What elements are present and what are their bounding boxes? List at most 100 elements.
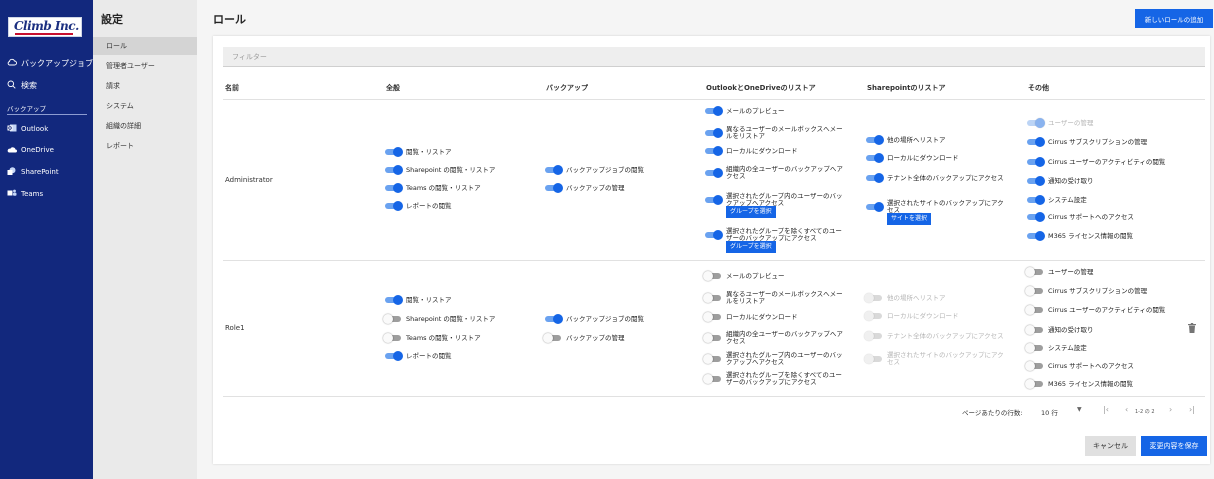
permission-toggle[interactable] (543, 333, 563, 343)
permission-outlook: 選択されたグループ内のユーザーのバックアップへアクセス (703, 193, 848, 207)
permission-toggle[interactable] (703, 146, 723, 156)
permission-general: Teams の閲覧・リストア (383, 333, 533, 343)
sidebar-item-teams[interactable]: Teams (7, 188, 43, 200)
permission-toggle[interactable] (1025, 231, 1045, 241)
permission-other: Cirrus ユーザーのアクティビティの閲覧 (1025, 305, 1170, 315)
permission-general: 閲覧・リストア (383, 295, 533, 305)
permission-toggle[interactable] (1025, 212, 1045, 222)
permission-toggle[interactable] (1025, 343, 1045, 353)
prev-page-icon[interactable]: ‹ (1125, 405, 1128, 414)
permission-label: 選択されたグループ内のユーザーのバックアップへアクセス (726, 192, 843, 207)
permission-toggle[interactable] (703, 168, 723, 178)
permission-toggle[interactable] (383, 351, 403, 361)
permission-outlook: 選択されたグループを除くすべてのユーザーのバックアップにアクセス (703, 372, 848, 386)
permission-toggle[interactable] (1025, 305, 1045, 315)
subnav-item-admin-users[interactable]: 管理者ユーザー (93, 57, 197, 75)
sidebar-item-onedrive[interactable]: OneDrive (7, 144, 54, 156)
select-site-button[interactable]: サイトを選択 (887, 213, 932, 225)
permission-toggle[interactable] (703, 195, 723, 205)
permission-toggle[interactable] (543, 183, 563, 193)
permission-label: システム設定 (1048, 343, 1087, 352)
permission-toggle[interactable] (1025, 286, 1045, 296)
column-header-sharepoint-restore: Sharepointのリストア (867, 84, 946, 92)
delete-role-icon[interactable] (1188, 323, 1196, 333)
permission-other: 通知の受け取り (1025, 325, 1170, 335)
subnav-item-reports[interactable]: レポート (93, 137, 197, 155)
permission-toggle[interactable] (543, 314, 563, 324)
permission-toggle[interactable] (864, 202, 884, 212)
permission-toggle[interactable] (703, 374, 723, 384)
permission-toggle[interactable] (383, 147, 403, 157)
caret-down-icon[interactable]: ▼ (1077, 406, 1082, 413)
next-page-icon[interactable]: › (1169, 405, 1172, 414)
permission-other: ユーザーの管理 (1025, 118, 1170, 128)
last-page-icon[interactable]: ›| (1189, 405, 1195, 414)
toggle-knob (874, 135, 884, 145)
permission-toggle[interactable] (703, 293, 723, 303)
permission-label: M365 ライセンス情報の閲覧 (1048, 379, 1133, 388)
select-group-button[interactable]: グループを選択 (726, 241, 776, 253)
permission-label: Teams の閲覧・リストア (406, 183, 481, 192)
permission-label: Cirrus サポートへのアクセス (1048, 361, 1134, 370)
toggle-knob (703, 271, 713, 281)
permission-toggle[interactable] (703, 333, 723, 343)
permission-label: ユーザーの管理 (1048, 118, 1094, 127)
permission-toggle[interactable] (1025, 176, 1045, 186)
permission-toggle[interactable] (383, 201, 403, 211)
permission-toggle[interactable] (864, 153, 884, 163)
permission-outlook: メールのプレビュー (703, 271, 848, 281)
permission-toggle[interactable] (703, 128, 723, 138)
permission-toggle[interactable] (864, 135, 884, 145)
permission-label: 選択されたサイトのバックアップにアクセス (887, 199, 1004, 214)
select-group-button[interactable]: グループを選択 (726, 206, 776, 218)
sidebar-item-sharepoint[interactable]: SharePoint (7, 166, 59, 178)
permission-toggle[interactable] (1025, 325, 1045, 335)
sidebar-item-outlook[interactable]: Outlook (7, 123, 48, 135)
sidebar-item-backup-jobs[interactable]: バックアップジョブ (7, 57, 93, 69)
roles-table-card: 名前 全般 バックアップ OutlookとOneDriveのリストア Share… (213, 36, 1210, 464)
permission-label: Cirrus サブスクリプションの管理 (1048, 137, 1148, 146)
permission-toggle[interactable] (864, 173, 884, 183)
toggle-knob (1035, 137, 1045, 147)
permission-toggle[interactable] (1025, 195, 1045, 205)
permission-toggle[interactable] (703, 271, 723, 281)
add-role-button[interactable]: 新しいロールの追加 (1135, 9, 1213, 28)
permission-general: 閲覧・リストア (383, 147, 533, 157)
permission-label: Cirrus サポートへのアクセス (1048, 212, 1134, 221)
permission-toggle[interactable] (1025, 157, 1045, 167)
save-button[interactable]: 変更内容を保存 (1141, 436, 1207, 456)
climb-logo[interactable]: Climb Inc. (8, 17, 82, 37)
permission-outlook: 異なるユーザーのメールボックスへメールをリストア (703, 291, 848, 305)
subnav-item-system[interactable]: システム (93, 97, 197, 115)
permission-toggle[interactable] (383, 183, 403, 193)
permission-toggle[interactable] (383, 295, 403, 305)
permission-toggle[interactable] (543, 165, 563, 175)
permission-toggle[interactable] (383, 165, 403, 175)
rows-per-page-label: ページあたりの行数: (962, 409, 1023, 417)
permission-toggle[interactable] (703, 106, 723, 116)
subnav-item-roles[interactable]: ロール (93, 37, 197, 55)
first-page-icon[interactable]: |‹ (1103, 405, 1109, 414)
permission-toggle[interactable] (1025, 267, 1045, 277)
permission-toggle[interactable] (703, 354, 723, 364)
permission-label: ローカルにダウンロード (726, 312, 798, 321)
permission-toggle[interactable] (383, 314, 403, 324)
subnav-item-billing[interactable]: 請求 (93, 77, 197, 95)
sidebar-item-label: Outlook (21, 125, 49, 133)
permission-label: Cirrus ユーザーのアクティビティの閲覧 (1048, 305, 1166, 314)
permission-toggle[interactable] (703, 312, 723, 322)
permission-other: Cirrus ユーザーのアクティビティの閲覧 (1025, 157, 1170, 167)
permission-sharepoint: 他の場所へリストア (864, 135, 1004, 145)
sidebar-item-search[interactable]: 検索 (7, 79, 37, 91)
permission-toggle[interactable] (1025, 137, 1045, 147)
rows-per-page-select[interactable]: 10 行 (1041, 407, 1058, 417)
permission-toggle[interactable] (703, 230, 723, 240)
subnav-item-org-details[interactable]: 組織の詳細 (93, 117, 197, 135)
filter-input[interactable] (223, 47, 1205, 67)
onedrive-icon (7, 146, 17, 155)
cancel-button[interactable]: キャンセル (1085, 436, 1136, 456)
permission-toggle[interactable] (383, 333, 403, 343)
permission-toggle[interactable] (1025, 361, 1045, 371)
permission-toggle[interactable] (1025, 379, 1045, 389)
permission-label: ローカルにダウンロード (887, 311, 959, 320)
